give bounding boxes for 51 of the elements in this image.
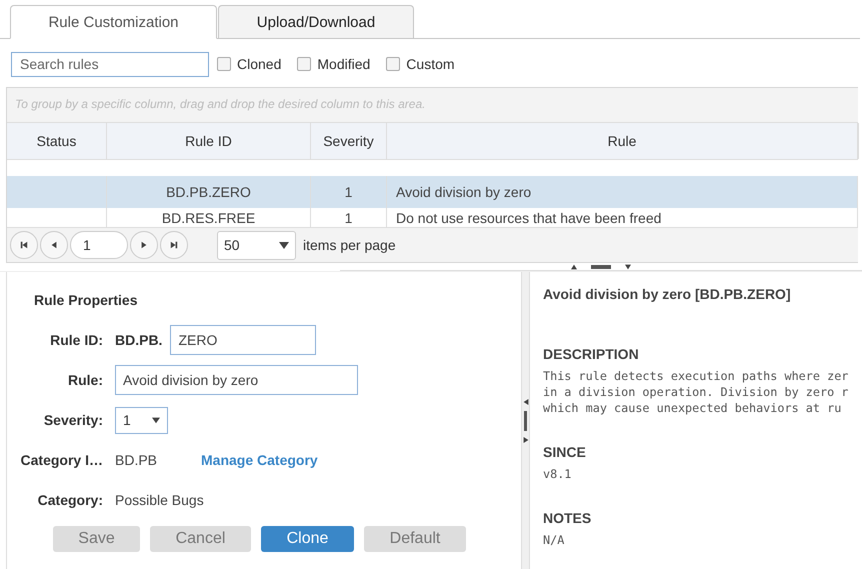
- rule-id-prefix: BD.PB.: [115, 332, 162, 348]
- splitter-handle-icon[interactable]: [524, 410, 527, 430]
- field-label: Rule:: [67, 372, 103, 388]
- section-title: Rule Properties: [33, 292, 138, 308]
- dropdown-arrow-icon: [279, 240, 289, 250]
- field-label: Category I…: [20, 452, 103, 468]
- tab[interactable]: Rule Customization: [10, 5, 217, 39]
- doc-text: v8.1: [543, 466, 572, 482]
- doc-heading: SINCE: [543, 444, 587, 460]
- first-page-button[interactable]: [10, 231, 38, 259]
- table-row[interactable]: BD.PB.ZERO 1 Avoid division by zero: [7, 176, 858, 208]
- column-header[interactable]: Severity: [311, 123, 387, 159]
- doc-text: This rule detects execution paths where zer in a division operation. Division by zero r which may cause unexpected behaviors at ru: [543, 368, 850, 416]
- page-size-dropdown[interactable]: 50: [217, 230, 296, 260]
- doc-title: Avoid division by zero [BD.PB.ZERO]: [543, 286, 792, 302]
- action-button[interactable]: Clone: [261, 526, 354, 552]
- doc-text: N/A: [543, 532, 566, 548]
- rule-id-field[interactable]: ZERO: [170, 325, 316, 355]
- checkbox-label: Custom: [406, 56, 455, 72]
- field-label: Category:: [36, 492, 103, 508]
- manage-category-link[interactable]: Manage Category: [201, 452, 318, 468]
- checkbox-label: Modified: [317, 56, 370, 72]
- field-label: Severity:: [42, 412, 103, 428]
- doc-heading: DESCRIPTION: [543, 346, 640, 362]
- pager-label: items per page: [303, 237, 396, 253]
- column-header[interactable]: Rule ID: [107, 123, 311, 159]
- severity-dropdown[interactable]: 1: [115, 406, 168, 434]
- checkbox-label: Cloned: [237, 56, 282, 72]
- expand-right-icon: [522, 436, 528, 442]
- column-header[interactable]: Rule: [387, 123, 858, 159]
- dropdown-arrow-icon: [152, 416, 160, 424]
- splitter-handle-icon[interactable]: [591, 264, 611, 268]
- rule-field[interactable]: Avoid division by zero: [115, 365, 358, 395]
- collapse-left-icon: [522, 398, 528, 404]
- last-page-button[interactable]: [160, 231, 188, 259]
- group-drop-area: To group by a specific column, drag and drop the desired column to this area.: [7, 88, 858, 123]
- last-page-icon: [170, 241, 178, 249]
- field-label: Rule ID:: [49, 332, 103, 348]
- column-header[interactable]: Status: [7, 123, 107, 159]
- next-icon: [140, 241, 148, 249]
- category-id-value: BD.PB: [115, 452, 158, 468]
- category-value: Possible Bugs: [115, 492, 204, 508]
- checkbox[interactable]: [297, 57, 312, 71]
- tab[interactable]: Upload/Download: [218, 5, 414, 38]
- previous-icon: [50, 241, 58, 249]
- first-page-icon: [20, 241, 28, 249]
- checkbox[interactable]: [217, 57, 231, 71]
- page-field[interactable]: 1: [70, 231, 128, 259]
- search-field[interactable]: Search rules: [11, 52, 209, 76]
- checkbox[interactable]: [386, 57, 400, 71]
- doc-heading: NOTES: [543, 510, 592, 526]
